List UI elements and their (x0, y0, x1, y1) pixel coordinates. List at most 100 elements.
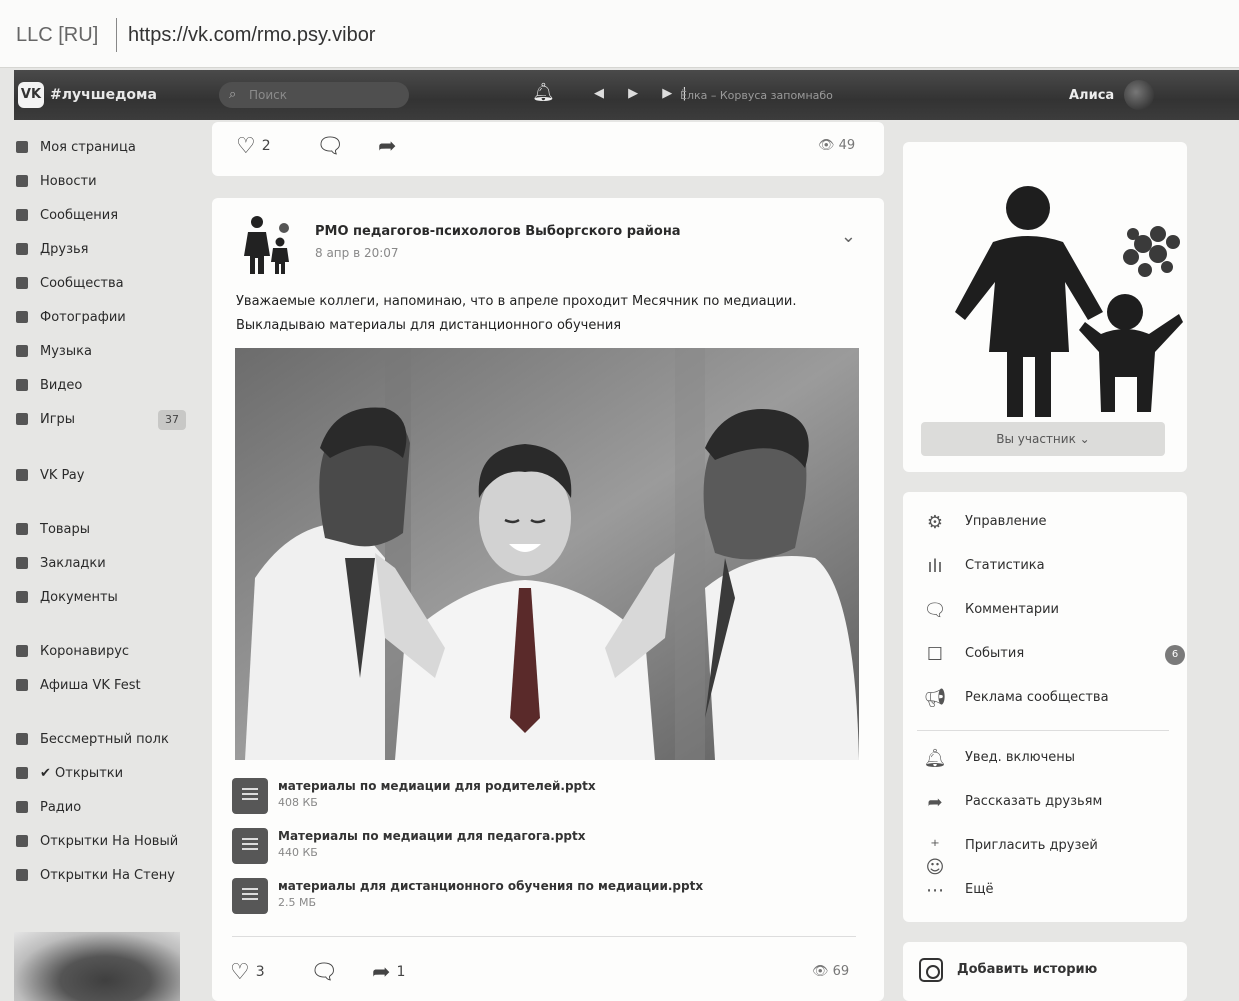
document-attachment[interactable]: Материалы по медиации для педагога.pptx … (232, 826, 852, 866)
menu-item-documents[interactable]: Документы (14, 580, 204, 614)
comment-icon: 🗨︎ (923, 600, 947, 621)
profile-icon (16, 141, 28, 153)
document-attachment[interactable]: материалы для дистанционного обучения по… (232, 876, 852, 916)
menu-item-video[interactable]: Видео (14, 368, 204, 402)
menu-item-app-cards[interactable]: ✔ Открытки (14, 756, 204, 790)
menu-label: Друзья (40, 241, 89, 257)
previous-post-actions: ♡ 2 🗨︎ ➦ 👁︎ 49 (212, 122, 884, 176)
side-item-statistics[interactable]: ılı Статистика (923, 552, 1163, 582)
community-cover-card: Вы участник ⌄ (903, 142, 1187, 472)
menu-item-app-radio[interactable]: Радио (14, 790, 204, 824)
share-button[interactable]: ➦ (378, 134, 396, 159)
vk-logo[interactable]: VK (18, 82, 44, 108)
friends-icon (16, 243, 28, 255)
vkpay-icon (16, 469, 28, 481)
menu-label: Музыка (40, 343, 92, 359)
menu-item-bookmarks[interactable]: Закладки (14, 546, 204, 580)
menu-item-communities[interactable]: Сообщества (14, 266, 204, 300)
post-image[interactable] (235, 348, 859, 760)
side-item-manage[interactable]: ⚙ Управление (923, 508, 1163, 538)
document-icon (232, 878, 268, 914)
menu-item-music[interactable]: Музыка (14, 334, 204, 368)
post-divider (232, 936, 856, 937)
post-actions: ♡ 3 🗨︎ ➦ 1 👁︎ 69 (212, 948, 884, 998)
group-name[interactable]: РМО педагогов-психологов Выборгского рай… (315, 224, 681, 239)
post-date[interactable]: 8 апр в 20:07 (315, 246, 399, 260)
player-track[interactable]: Ёлка – Корвуса запомнабо (680, 89, 833, 102)
community-avatar[interactable] (953, 162, 1183, 422)
games-icon (16, 413, 28, 425)
menu-item-friends[interactable]: Друзья (14, 232, 204, 266)
menu-label: Моя страница (40, 139, 136, 155)
games-counter: 37 (158, 410, 186, 430)
instagram-story-icon (919, 958, 943, 982)
stats-icon: ılı (927, 556, 943, 577)
side-item-events[interactable]: ☐ События 6 (923, 640, 1185, 670)
menu-label: Новости (40, 173, 97, 189)
virus-icon (16, 645, 28, 657)
menu-item-coronavirus[interactable]: Коронавирус (14, 634, 204, 668)
search-input[interactable]: ⌕ Поиск (219, 82, 409, 108)
add-story-card[interactable]: Добавить историю (903, 942, 1187, 1001)
side-item-label: Статистика (965, 558, 1045, 573)
side-item-label: Пригласить друзей (965, 838, 1098, 853)
comment-button[interactable]: 🗨︎ (316, 134, 344, 159)
document-name[interactable]: материалы для дистанционного обучения по… (278, 879, 703, 893)
menu-label: Открытки На Новый (40, 833, 179, 849)
document-attachment[interactable]: материалы по медиации для родителей.pptx… (232, 776, 852, 816)
menu-thumbnail[interactable] (14, 932, 180, 1001)
certificate-label[interactable]: LLC [RU] (16, 24, 98, 47)
avatar[interactable] (1124, 80, 1154, 110)
menu-item-my-page[interactable]: Моя страница (14, 130, 204, 164)
menu-label: Закладки (40, 555, 106, 571)
like-button[interactable]: ♡ 3 (230, 960, 265, 985)
like-button[interactable]: ♡ 2 (236, 134, 271, 159)
photo-icon (16, 311, 28, 323)
add-story-label[interactable]: Добавить историю (957, 962, 1097, 977)
side-item-label: События (965, 646, 1025, 661)
chevron-down-icon[interactable]: ⌄ (841, 226, 856, 247)
menu-label: Афиша VK Fest (40, 677, 141, 693)
user-name[interactable]: Алиса (1069, 88, 1114, 103)
menu-item-games[interactable]: Игры 37 (14, 402, 204, 436)
menu-item-photos[interactable]: Фотографии (14, 300, 204, 334)
header-hashtag[interactable]: #лучшедома (50, 87, 157, 103)
events-icon: ☐ (926, 644, 944, 665)
menu-item-news[interactable]: Новости (14, 164, 204, 198)
fest-icon (16, 679, 28, 691)
menu-item-app-polk[interactable]: Бессмертный полк (14, 722, 204, 756)
menu-label: Радио (40, 799, 82, 815)
menu-label: ✔ Открытки (40, 765, 124, 781)
side-item-notifications[interactable]: 🔔︎ Увед. включены (923, 744, 1163, 774)
document-size: 440 КБ (278, 846, 318, 859)
membership-dropdown[interactable]: Вы участник ⌄ (921, 422, 1165, 456)
comment-button[interactable]: 🗨︎ (310, 960, 338, 985)
menu-item-goods[interactable]: Товары (14, 512, 204, 546)
menu-item-messages[interactable]: Сообщения (14, 198, 204, 232)
add-friend-icon: ⁺☺ (925, 836, 945, 878)
community-side-menu: ⚙ Управление ılı Статистика 🗨︎ Комментарии … (903, 492, 1187, 922)
menu-item-app-wall[interactable]: Открытки На Стену (14, 858, 204, 892)
side-item-ads[interactable]: 📢︎ Реклама сообщества (923, 684, 1163, 714)
menu-item-app-newyear[interactable]: Открытки На Новый (14, 824, 204, 858)
menu-item-vkfest[interactable]: Афиша VK Fest (14, 668, 204, 702)
side-item-invite-friends[interactable]: ⁺☺ Пригласить друзей (923, 832, 1163, 878)
document-name[interactable]: Материалы по медиации для педагога.pptx (278, 829, 585, 843)
side-item-tell-friends[interactable]: ➦ Рассказать друзьям (923, 788, 1163, 818)
side-item-label: Реклама сообщества (965, 690, 1109, 705)
side-item-more[interactable]: ⋯ Ещё (923, 876, 1163, 906)
view-number: 49 (838, 138, 856, 153)
menu-label: Сообщества (40, 275, 124, 291)
url-field[interactable]: https://vk.com/rmo.psy.vibor (128, 24, 375, 47)
share-button[interactable]: ➦ 1 (372, 960, 405, 985)
menu-item-vkpay[interactable]: VK Pay (14, 458, 204, 492)
group-avatar[interactable] (242, 214, 294, 274)
menu-label: Игры (40, 411, 76, 427)
bell-icon[interactable]: 🔔︎ (532, 82, 555, 103)
side-item-comments[interactable]: 🗨︎ Комментарии (923, 596, 1163, 626)
document-icon (232, 828, 268, 864)
document-name[interactable]: материалы по медиации для родителей.pptx (278, 779, 596, 793)
view-count: 👁︎ 49 (818, 138, 855, 153)
document-size: 408 КБ (278, 796, 318, 809)
menu-label: Сообщения (40, 207, 119, 223)
